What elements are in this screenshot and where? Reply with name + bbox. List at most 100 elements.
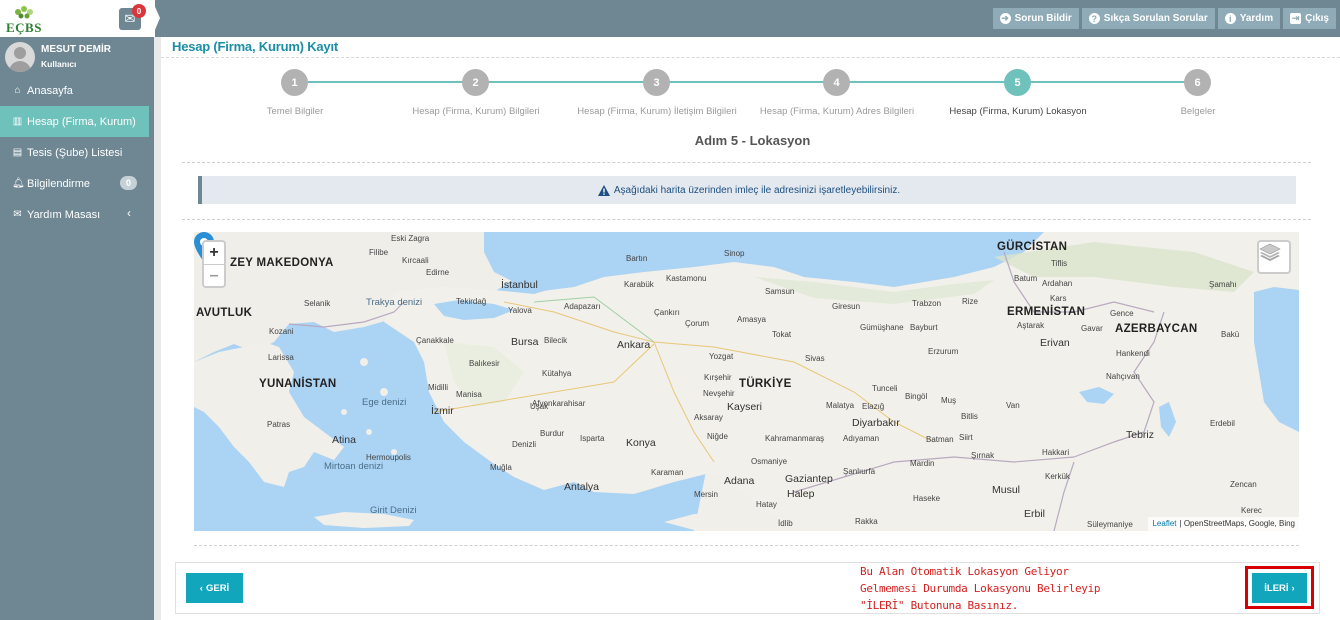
- map-label-place: Kerec: [1241, 506, 1262, 515]
- step-2-circle[interactable]: 2: [462, 69, 489, 96]
- mail-count-badge: 0: [132, 4, 146, 18]
- map-label-place: Süleymaniye: [1087, 520, 1133, 529]
- map-label-place: Gence: [1110, 309, 1134, 318]
- map-label-city: Tiflis: [1051, 259, 1068, 268]
- map-label-place: Midilli: [428, 383, 448, 392]
- map-label-country: AZERBAYCAN: [1115, 323, 1198, 335]
- map-label-place: Hankendi: [1116, 349, 1150, 358]
- map-label-place: Osmaniye: [751, 457, 788, 466]
- map-label-place: Van: [1006, 401, 1020, 410]
- envelope-icon: ✉: [13, 209, 22, 220]
- map-label-place: Mardin: [910, 459, 935, 468]
- logo-arrow: [152, 0, 160, 37]
- divider: [194, 545, 1299, 546]
- map-label-city: Erbil: [1024, 508, 1046, 520]
- top-actions: ➜ Sorun Bildir ? Sıkça Sorulan Sorular i Ya…: [992, 8, 1336, 29]
- map-attribution: Leaflet | OpenStreetMaps, Google, Bing: [1148, 517, 1299, 531]
- map-label-place: Eski Zagra: [391, 234, 430, 243]
- map-label-place: Giresun: [832, 302, 861, 311]
- chevron-right-icon: ›: [1291, 582, 1295, 594]
- note-line: Gelmemesi Durumda Lokasyonu Belirleyip: [860, 582, 1101, 595]
- step-3-circle[interactable]: 3: [643, 69, 670, 96]
- zoom-control: + –: [202, 240, 226, 288]
- map-label-city: İstanbul: [501, 279, 538, 291]
- step-2-label: Hesap (Firma, Kurum) Bilgileri: [412, 106, 540, 117]
- map-label-place: Bilecik: [544, 336, 568, 345]
- map-label-place: Batman: [926, 435, 954, 444]
- layers-button[interactable]: [1257, 240, 1291, 274]
- map-label-place: Çankırı: [654, 308, 680, 317]
- info-circle-icon: i: [1224, 13, 1236, 24]
- step-4-circle[interactable]: 4: [823, 69, 850, 96]
- map-label-city: Halep: [787, 488, 815, 500]
- step-6-circle[interactable]: 6: [1184, 69, 1211, 96]
- divider: [182, 162, 1311, 163]
- map-label-place: Larissa: [268, 353, 294, 362]
- map-label-place: Hatay: [756, 500, 777, 509]
- map-label-place: Nevşehir: [703, 389, 735, 398]
- map-label-place: Adapazarı: [564, 302, 601, 311]
- user-panel: MESUT DEMİR Kullanıcı: [5, 42, 150, 74]
- question-circle-icon: ?: [1088, 13, 1100, 24]
- building-icon: ▥: [12, 116, 23, 127]
- map-label-place: Karabük: [624, 280, 654, 289]
- map-label-place: Siirt: [959, 433, 973, 442]
- map-label-place: Nahçıvan: [1106, 372, 1140, 381]
- location-map[interactable]: ZEY MAKEDONYA GÜRCİSTAN AVUTLUK ERMENİST…: [194, 232, 1299, 531]
- leaflet-link[interactable]: Leaflet: [1152, 519, 1176, 529]
- zoom-in-button[interactable]: +: [204, 242, 224, 264]
- map-label-place: Hermoupolis: [366, 453, 411, 462]
- store-icon: ▤: [12, 147, 23, 158]
- sidebar-item-account[interactable]: ▥ Hesap (Firma, Kurum): [0, 106, 149, 137]
- step-6-label: Belgeler: [1180, 106, 1216, 117]
- logout-button[interactable]: ⇥ Çıkış: [1283, 8, 1336, 29]
- map-label-place: Sinop: [724, 249, 745, 258]
- map-label-place: Bingöl: [905, 392, 928, 401]
- map-label-sea: Ege denizi: [362, 397, 407, 408]
- map-label-country: ERMENİSTAN: [1007, 306, 1086, 318]
- map-label-city: Erivan: [1040, 337, 1070, 349]
- map-label-place: Bakü: [1221, 330, 1240, 339]
- map-label-country: GÜRCİSTAN: [997, 241, 1068, 253]
- map-label-place: Kırşehir: [704, 373, 732, 382]
- map-label-place: Edirne: [426, 268, 450, 277]
- map-label-place: Isparta: [580, 434, 605, 443]
- map-label-place: Haseke: [913, 494, 941, 503]
- map-label-place: Trabzon: [912, 299, 942, 308]
- sidebar-item-helpdesk[interactable]: ✉ Yardım Masası ‹: [0, 199, 154, 230]
- user-role: Kullanıcı: [41, 59, 77, 69]
- next-button[interactable]: İLERİ ›: [1252, 573, 1307, 603]
- chevron-left-icon: ‹: [199, 582, 203, 594]
- faq-button[interactable]: ? Sıkça Sorulan Sorular: [1081, 8, 1215, 29]
- map-label-city: İzmir: [431, 405, 454, 417]
- map-label-place: Selanik: [304, 299, 331, 308]
- step-1-circle[interactable]: 1: [281, 69, 308, 96]
- map-label-place: Kahramanmaraş: [765, 434, 825, 443]
- map-label-place: Erzurum: [928, 347, 959, 356]
- map-label-place: Rakka: [855, 517, 878, 526]
- map-label-place: Gavar: [1081, 324, 1103, 333]
- report-issue-button[interactable]: ➜ Sorun Bildir: [992, 8, 1079, 29]
- stepper-line: [308, 81, 1190, 83]
- map-label-place: Denizli: [512, 440, 537, 449]
- map-label-place: Şırnak: [971, 451, 995, 460]
- map-label-country: YUNANİSTAN: [259, 378, 337, 390]
- zoom-out-button[interactable]: –: [204, 264, 224, 286]
- sidebar-item-facilities[interactable]: ▤ Tesis (Şube) Listesi: [0, 137, 154, 168]
- map-label-city: Antalya: [564, 481, 600, 493]
- map-label-place: Aştarak: [1017, 321, 1045, 330]
- map-label-place: Samsun: [765, 287, 795, 296]
- back-button[interactable]: ‹ GERİ: [186, 573, 243, 603]
- step-5-circle[interactable]: 5: [1004, 69, 1031, 96]
- step-3-label: Hesap (Firma, Kurum) İletişim Bilgileri: [577, 106, 737, 117]
- map-label-country: TÜRKİYE: [739, 378, 792, 390]
- map-label-country: AVUTLUK: [196, 307, 253, 319]
- help-button[interactable]: i Yardım: [1217, 8, 1281, 29]
- sidebar-item-home[interactable]: ⌂ Anasayfa: [0, 75, 154, 106]
- map-label-place: Malatya: [826, 401, 855, 410]
- map-label-place: Karaman: [651, 468, 684, 477]
- map-label-place: Zencan: [1230, 480, 1257, 489]
- map-label-place: Şanlıurfa: [843, 467, 876, 476]
- sidebar: MESUT DEMİR Kullanıcı ⌂ Anasayfa ▥ Hesap…: [0, 37, 154, 620]
- sidebar-item-notifications[interactable]: 🔔︎ Bilgilendirme 0: [0, 168, 154, 199]
